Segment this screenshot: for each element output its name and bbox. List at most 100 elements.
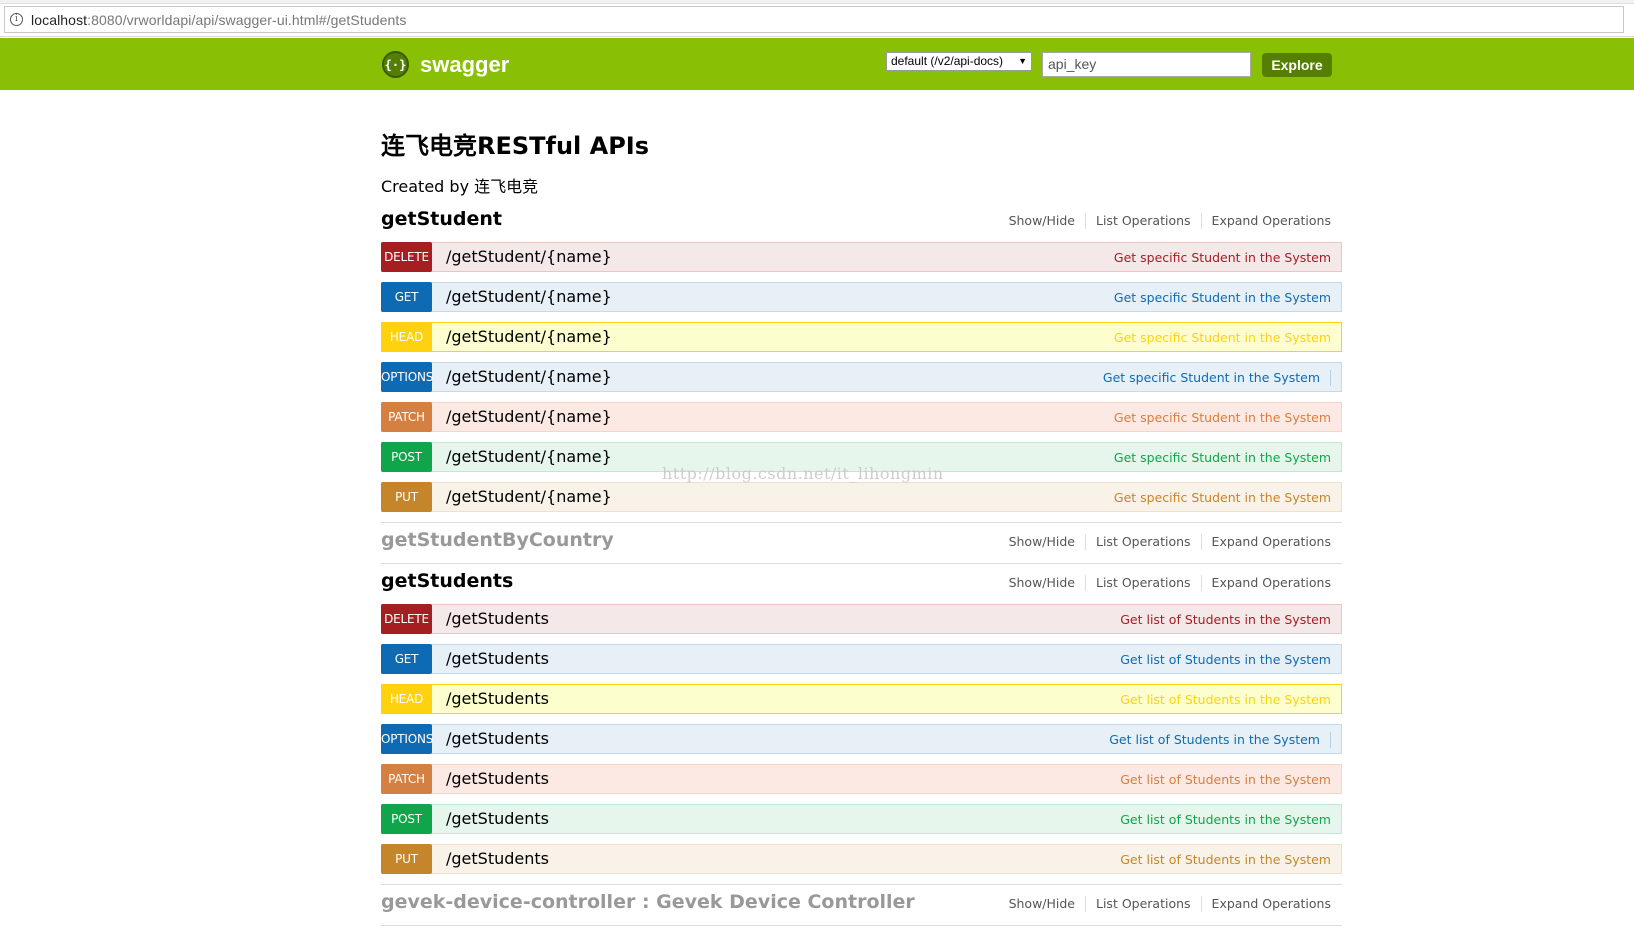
operation-path[interactable]: /getStudent/{name} xyxy=(446,327,612,346)
resource-getStudentByCountry: getStudentByCountry Show/Hide List Opera… xyxy=(381,529,1342,559)
operation-row[interactable]: OPTIONS /getStudent/{name} Get specific … xyxy=(381,362,1342,392)
resource-name[interactable]: getStudent xyxy=(381,208,502,230)
list-operations-link[interactable]: List Operations xyxy=(1086,534,1202,550)
resource-heading: gevek-device-controller : Gevek Device C… xyxy=(381,891,1342,921)
swagger-header: {·} swagger default (/v2/api-docs) ▼ api… xyxy=(0,38,1634,90)
http-method-badge[interactable]: HEAD xyxy=(381,322,432,352)
operation-summary[interactable]: Get list of Students in the System xyxy=(1120,812,1331,827)
http-method-badge[interactable]: DELETE xyxy=(381,604,432,634)
operation-summary[interactable]: Get specific Student in the System xyxy=(1114,290,1331,305)
created-by: Created by 连飞电竞 xyxy=(381,177,539,196)
resource-name[interactable]: getStudentByCountry xyxy=(381,529,614,551)
operation-summary[interactable]: Get specific Student in the System xyxy=(1114,450,1331,465)
operation-row[interactable]: POST /getStudents Get list of Students i… xyxy=(381,804,1342,834)
http-method-badge[interactable]: DELETE xyxy=(381,242,432,272)
divider xyxy=(1330,732,1331,748)
operation-path[interactable]: /getStudent/{name} xyxy=(446,447,612,466)
expand-operations-link[interactable]: Expand Operations xyxy=(1202,575,1331,591)
operation-summary[interactable]: Get list of Students in the System xyxy=(1109,732,1320,747)
operation-path[interactable]: /getStudents xyxy=(446,649,549,668)
operation-summary[interactable]: Get specific Student in the System xyxy=(1114,410,1331,425)
browser-address-bar: i localhost:8080/vrworldapi/api/swagger-… xyxy=(0,0,1634,37)
operation-row[interactable]: GET /getStudents Get list of Students in… xyxy=(381,644,1342,674)
operation-row[interactable]: PATCH /getStudents Get list of Students … xyxy=(381,764,1342,794)
explore-button[interactable]: Explore xyxy=(1262,53,1332,77)
expand-operations-link[interactable]: Expand Operations xyxy=(1202,213,1331,229)
operation-summary[interactable]: Get list of Students in the System xyxy=(1120,852,1331,867)
resource-links: Show/Hide List Operations Expand Operati… xyxy=(999,896,1331,912)
operation-path[interactable]: /getStudents xyxy=(446,729,549,748)
resource-heading: getStudentByCountry Show/Hide List Opera… xyxy=(381,529,1342,559)
operation-row[interactable]: OPTIONS /getStudents Get list of Student… xyxy=(381,724,1342,754)
operation-path[interactable]: /getStudent/{name} xyxy=(446,487,612,506)
operation-path[interactable]: /getStudent/{name} xyxy=(446,367,612,386)
expand-operations-link[interactable]: Expand Operations xyxy=(1202,896,1331,912)
api-key-input[interactable]: api_key xyxy=(1042,52,1251,77)
show-hide-link[interactable]: Show/Hide xyxy=(999,213,1086,229)
show-hide-link[interactable]: Show/Hide xyxy=(999,534,1086,550)
http-method-badge[interactable]: PUT xyxy=(381,482,432,512)
operation-summary[interactable]: Get list of Students in the System xyxy=(1120,612,1331,627)
expand-operations-link[interactable]: Expand Operations xyxy=(1202,534,1331,550)
http-method-badge[interactable]: PATCH xyxy=(381,402,432,432)
show-hide-link[interactable]: Show/Hide xyxy=(999,896,1086,912)
operation-summary[interactable]: Get list of Students in the System xyxy=(1120,692,1331,707)
operation-summary[interactable]: Get list of Students in the System xyxy=(1120,772,1331,787)
operation-path[interactable]: /getStudents xyxy=(446,609,549,628)
operation-summary[interactable]: Get specific Student in the System xyxy=(1103,370,1320,385)
operation-row[interactable]: DELETE /getStudents Get list of Students… xyxy=(381,604,1342,634)
operation-path[interactable]: /getStudents xyxy=(446,769,549,788)
dropdown-arrow-icon: ▼ xyxy=(1018,56,1027,66)
list-operations-link[interactable]: List Operations xyxy=(1086,213,1202,229)
info-icon[interactable]: i xyxy=(10,13,23,26)
http-method-badge[interactable]: PATCH xyxy=(381,764,432,794)
operation-summary[interactable]: Get list of Students in the System xyxy=(1120,652,1331,667)
operation-path[interactable]: /getStudents xyxy=(446,849,549,868)
http-method-badge[interactable]: OPTIONS xyxy=(381,724,433,754)
operation-summary[interactable]: Get specific Student in the System xyxy=(1114,490,1331,505)
resource-name[interactable]: gevek-device-controller : Gevek Device C… xyxy=(381,891,915,913)
resource-links: Show/Hide List Operations Expand Operati… xyxy=(999,534,1331,550)
operation-row[interactable]: HEAD /getStudents Get list of Students i… xyxy=(381,684,1342,714)
operation-row[interactable]: HEAD /getStudent/{name} Get specific Stu… xyxy=(381,322,1342,352)
operation-row[interactable]: PUT /getStudents Get list of Students in… xyxy=(381,844,1342,874)
resource-getStudent: getStudent Show/Hide List Operations Exp… xyxy=(381,208,1342,238)
url-field[interactable]: i localhost:8080/vrworldapi/api/swagger-… xyxy=(4,6,1624,33)
list-operations-link[interactable]: List Operations xyxy=(1086,896,1202,912)
resource-links: Show/Hide List Operations Expand Operati… xyxy=(999,213,1331,229)
resource-links: Show/Hide List Operations Expand Operati… xyxy=(999,575,1331,591)
http-method-badge[interactable]: POST xyxy=(381,804,432,834)
resource-heading: getStudents Show/Hide List Operations Ex… xyxy=(381,570,1342,600)
http-method-badge[interactable]: OPTIONS xyxy=(381,362,433,392)
http-method-badge[interactable]: PUT xyxy=(381,844,432,874)
operation-row[interactable]: DELETE /getStudent/{name} Get specific S… xyxy=(381,242,1342,272)
divider xyxy=(1330,370,1331,386)
show-hide-link[interactable]: Show/Hide xyxy=(999,575,1086,591)
api-title: 连飞电竞RESTful APIs xyxy=(381,132,650,160)
http-method-badge[interactable]: GET xyxy=(381,282,432,312)
logo-text: swagger xyxy=(420,51,510,77)
swagger-logo-icon: {·} xyxy=(382,51,409,78)
http-method-badge[interactable]: HEAD xyxy=(381,684,432,714)
operation-row[interactable]: GET /getStudent/{name} Get specific Stud… xyxy=(381,282,1342,312)
operation-path[interactable]: /getStudents xyxy=(446,809,549,828)
operation-summary[interactable]: Get specific Student in the System xyxy=(1114,330,1331,345)
operation-path[interactable]: /getStudent/{name} xyxy=(446,287,612,306)
operation-path[interactable]: /getStudents xyxy=(446,689,549,708)
spec-select[interactable]: default (/v2/api-docs) ▼ xyxy=(886,52,1032,71)
resource-divider xyxy=(381,884,1342,885)
list-operations-link[interactable]: List Operations xyxy=(1086,575,1202,591)
http-method-badge[interactable]: GET xyxy=(381,644,432,674)
http-method-badge[interactable]: POST xyxy=(381,442,432,472)
operation-path[interactable]: /getStudent/{name} xyxy=(446,247,612,266)
url-text: localhost:8080/vrworldapi/api/swagger-ui… xyxy=(31,11,407,28)
swagger-logo[interactable]: {·} swagger xyxy=(382,51,509,78)
operation-summary[interactable]: Get specific Student in the System xyxy=(1114,250,1331,265)
resource-name[interactable]: getStudents xyxy=(381,570,513,592)
resource-gevek-device-controller: gevek-device-controller : Gevek Device C… xyxy=(381,891,1342,921)
resource-divider xyxy=(381,925,1342,926)
operation-path[interactable]: /getStudent/{name} xyxy=(446,407,612,426)
resource-heading: getStudent Show/Hide List Operations Exp… xyxy=(381,208,1342,238)
operation-row[interactable]: PATCH /getStudent/{name} Get specific St… xyxy=(381,402,1342,432)
operation-row[interactable]: PUT /getStudent/{name} Get specific Stud… xyxy=(381,482,1342,512)
